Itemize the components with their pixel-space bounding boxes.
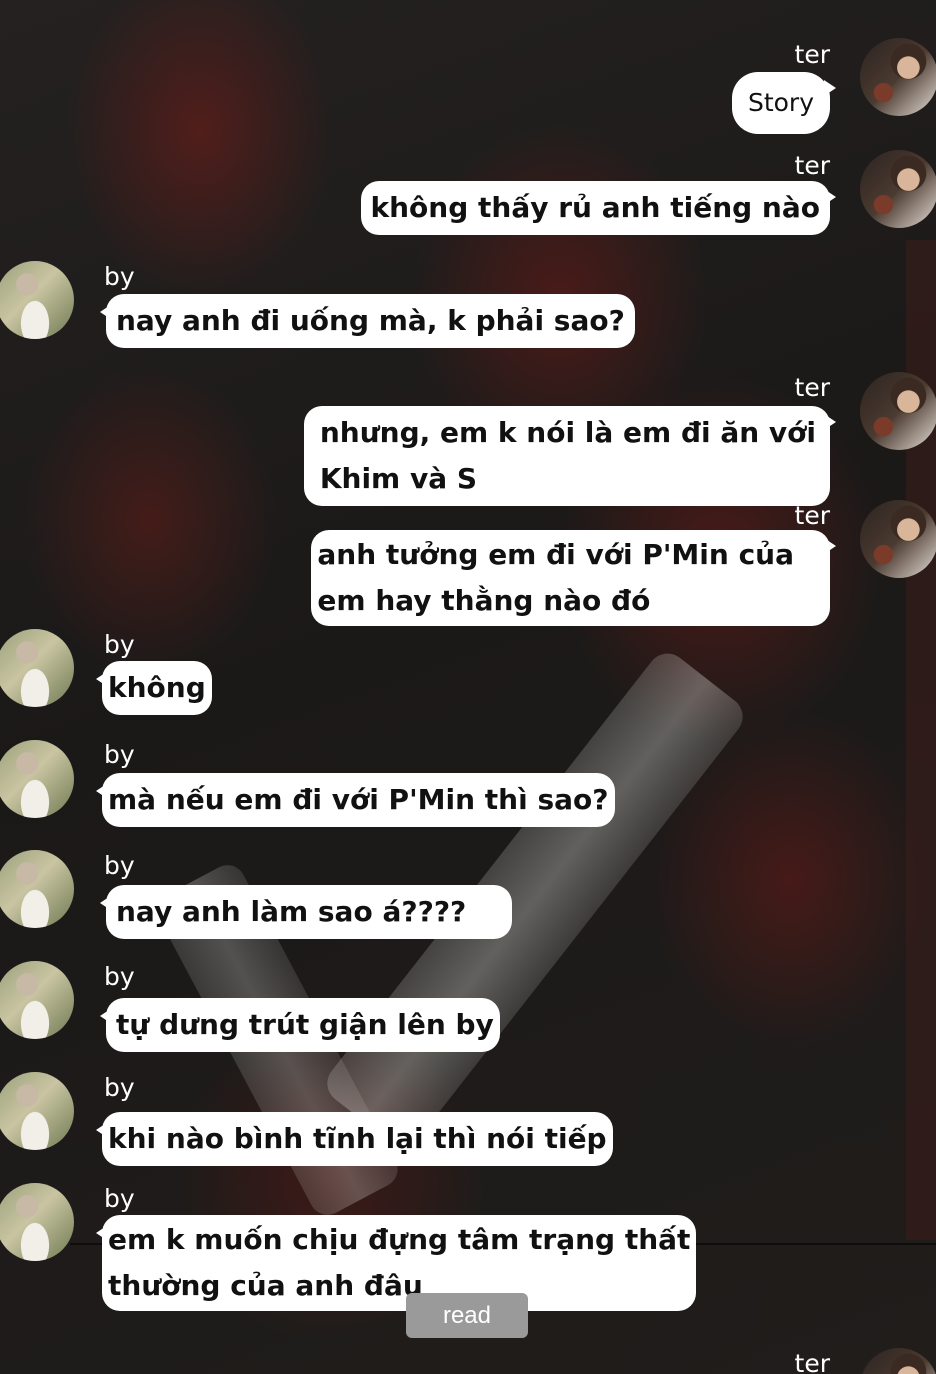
avatar-ter[interactable]: [860, 372, 936, 450]
message-bubble[interactable]: không thấy rủ anh tiếng nào: [360, 181, 836, 235]
read-receipt-badge: read: [406, 1293, 528, 1338]
sender-name: by: [104, 962, 135, 991]
message-line: em k muốn chịu đựng tâm trạng thất: [108, 1223, 691, 1256]
avatar-ter[interactable]: [860, 150, 936, 228]
sender-name: by: [104, 1184, 135, 1213]
sender-name: ter: [794, 501, 830, 530]
sender-name: by: [104, 262, 135, 291]
sender-name: ter: [794, 151, 830, 180]
message-bubble[interactable]: khi nào bình tĩnh lại thì nói tiếp: [96, 1112, 613, 1166]
message-bubble[interactable]: anh tưởng em đi với P'Min của em hay thằ…: [311, 530, 836, 626]
sender-name: by: [104, 740, 135, 769]
message-bubble[interactable]: nay anh làm sao á????: [99, 885, 513, 939]
message-bubble[interactable]: tự dưng trút giận lên by: [100, 998, 500, 1052]
message-bubble[interactable]: không: [96, 661, 212, 715]
sender-name: by: [104, 851, 135, 880]
message-line: nhưng, em k nói là em đi ăn với: [319, 416, 816, 449]
sender-name: by: [104, 630, 135, 659]
avatar-ter[interactable]: [860, 500, 936, 578]
message-line: thường của anh đâu: [108, 1269, 423, 1302]
message-line: anh tưởng em đi với P'Min của: [317, 538, 794, 571]
message-bubble[interactable]: mà nếu em đi với P'Min thì sao?: [96, 773, 615, 827]
sender-name: ter: [794, 1349, 830, 1374]
message-bubble[interactable]: nhưng, em k nói là em đi ăn với Khim và …: [303, 406, 837, 506]
message-bubble[interactable]: Story: [731, 72, 837, 134]
avatar-ter[interactable]: [860, 38, 936, 116]
sender-name: ter: [794, 373, 830, 402]
sender-name: ter: [794, 40, 830, 69]
sender-name: by: [104, 1073, 135, 1102]
message-bubble[interactable]: em k muốn chịu đựng tâm trạng thất thườn…: [95, 1215, 697, 1311]
message-line: em hay thằng nào đó: [317, 584, 651, 617]
message-bubble[interactable]: nay anh đi uống mà, k phải sao?: [100, 294, 635, 348]
message-line: Khim và S: [319, 462, 478, 495]
